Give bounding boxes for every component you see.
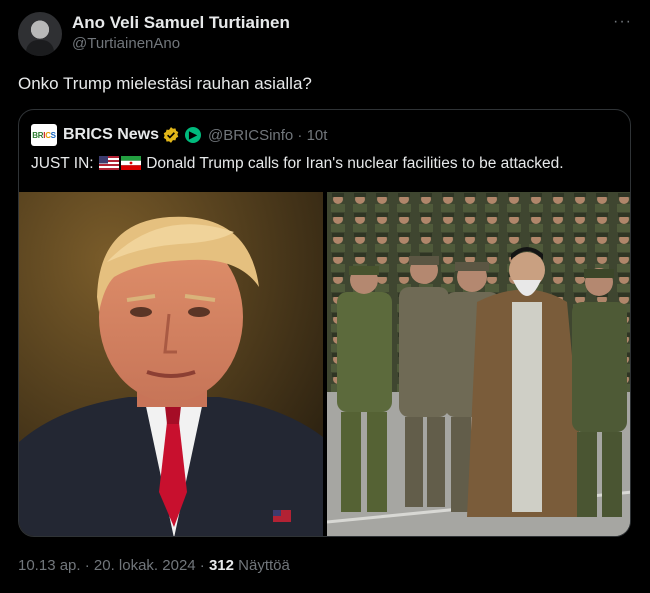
quoted-tweet-text: JUST IN: Donald Trump calls for Iran's n… <box>31 155 564 173</box>
quoted-text-main: Donald Trump calls for Iran's nuclear fa… <box>146 155 564 172</box>
tweet-header: Ano Veli Samuel Turtiainen @TurtiainenAn… <box>18 10 632 58</box>
author-handle[interactable]: @TurtiainenAno <box>72 35 180 52</box>
iran-military-image[interactable] <box>327 192 630 536</box>
iran-flag-icon <box>120 156 141 170</box>
brics-logo[interactable]: BR I C S <box>31 124 57 146</box>
quoted-author-name[interactable]: BRICS News <box>63 126 159 144</box>
view-count: 312 <box>208 557 234 574</box>
quoted-text-prefix: JUST IN: <box>31 155 94 172</box>
tweet-footer: 10.13 ap. · 20. lokak. 2024 · 312 Näyttö… <box>18 557 290 574</box>
author-avatar[interactable] <box>18 12 62 56</box>
us-flag-icon <box>98 156 119 170</box>
iran-military-illustration <box>327 192 630 536</box>
more-icon[interactable]: ··· <box>613 13 632 31</box>
quoted-tweet-header: BR I C S BRICS News ▶ @BRICSinfo · 10t <box>31 124 611 146</box>
verified-badge-icon <box>163 127 179 143</box>
trump-portrait-image[interactable] <box>19 192 323 536</box>
automated-badge-icon: ▶ <box>185 127 201 143</box>
tweet-text: Onko Trump mielestäsi rauhan asialla? <box>18 74 312 93</box>
author-name[interactable]: Ano Veli Samuel Turtiainen <box>72 13 290 33</box>
views-label: Näyttöä <box>234 557 290 574</box>
trump-portrait-illustration <box>19 192 323 536</box>
tweet-timestamp[interactable]: 10.13 ap. · 20. lokak. 2024 · <box>18 557 209 574</box>
quoted-author-handle-time[interactable]: @BRICSinfo · 10t <box>208 127 327 144</box>
quoted-tweet[interactable]: BR I C S BRICS News ▶ @BRICSinfo · 10t JUST… <box>18 109 631 537</box>
